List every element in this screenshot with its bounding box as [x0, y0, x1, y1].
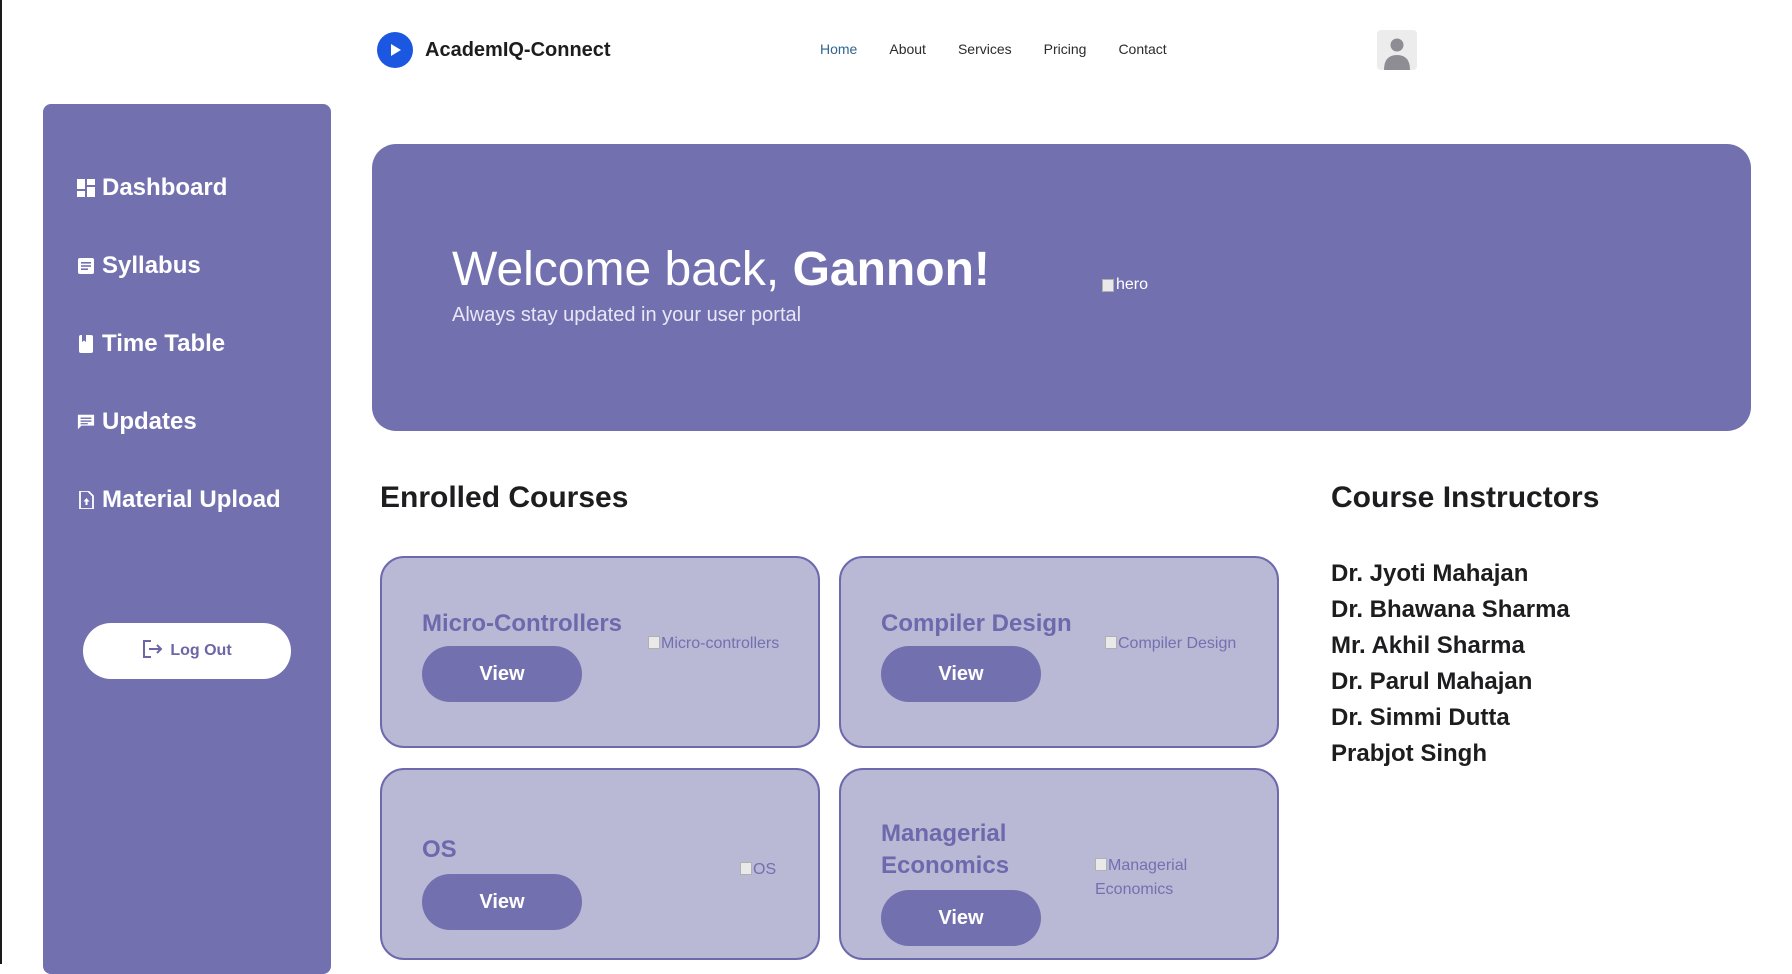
- course-title: Managerial Economics: [881, 820, 1010, 879]
- course-image-alt: Managerial Economics: [1095, 857, 1188, 898]
- welcome-hero: Welcome back, Gannon! Always stay update…: [372, 144, 1751, 431]
- course-image: Micro-controllers: [648, 632, 779, 656]
- course-card: Compiler Design View Compiler Design: [839, 556, 1279, 748]
- brand[interactable]: AcademIQ-Connect: [377, 32, 611, 68]
- course-instructors-title: Course Instructors: [1331, 481, 1600, 514]
- view-course-button[interactable]: View: [881, 646, 1041, 702]
- nav-link-services[interactable]: Services: [958, 41, 1012, 57]
- instructor-name: Prabjot Singh: [1331, 740, 1487, 767]
- sidebar-item-label: Material Upload: [102, 486, 281, 513]
- view-course-button[interactable]: View: [881, 890, 1041, 946]
- course-title: Compiler Design: [881, 610, 1072, 637]
- broken-image-icon: [740, 862, 752, 875]
- sidebar-item-dashboard[interactable]: Dashboard: [77, 174, 227, 202]
- user-avatar[interactable]: [1377, 30, 1417, 70]
- nav-link-home[interactable]: Home: [820, 41, 857, 57]
- instructor-name: Dr. Simmi Dutta: [1331, 704, 1510, 731]
- course-card: Micro-Controllers View Micro-controllers: [380, 556, 820, 748]
- nav-link-about[interactable]: About: [889, 41, 926, 57]
- course-title: Micro-Controllers: [422, 610, 623, 637]
- play-circle-icon: [377, 32, 413, 68]
- logout-label: Log Out: [170, 642, 232, 659]
- user-icon: [1384, 38, 1410, 70]
- document-icon: [77, 257, 95, 275]
- instructor-list: Dr. Jyoti Mahajan Dr. Bhawana Sharma Mr.…: [1331, 556, 1570, 772]
- enrolled-courses-title: Enrolled Courses: [380, 481, 629, 514]
- broken-image-icon: [648, 636, 660, 649]
- hero-title: Welcome back, Gannon!: [452, 242, 990, 297]
- sidebar: Dashboard Syllabus Time Table Updates Ma…: [43, 104, 331, 974]
- file-upload-icon: [77, 491, 95, 509]
- hero-greeting: Welcome back,: [452, 243, 793, 296]
- sidebar-item-label: Syllabus: [102, 252, 201, 279]
- book-icon: [77, 335, 95, 353]
- course-image: OS: [740, 858, 776, 882]
- course-card: Managerial Economics View Managerial Eco…: [839, 768, 1279, 960]
- top-nav: Home About Services Pricing Contact: [820, 41, 1167, 57]
- window-edge: [0, 0, 2, 964]
- broken-image-icon: [1105, 636, 1117, 649]
- sidebar-item-material-upload[interactable]: Material Upload: [77, 486, 281, 514]
- course-image-alt: OS: [753, 861, 777, 878]
- nav-link-contact[interactable]: Contact: [1118, 41, 1166, 57]
- logout-button[interactable]: Log Out: [83, 623, 291, 679]
- course-image-alt: Compiler Design: [1118, 635, 1237, 652]
- hero-image-alt: hero: [1116, 276, 1149, 293]
- hero-subtitle: Always stay updated in your user portal: [452, 304, 802, 326]
- hero-username: Gannon!: [792, 243, 990, 296]
- instructor-name: Mr. Akhil Sharma: [1331, 632, 1525, 659]
- chat-icon: [77, 413, 95, 431]
- hero-image: hero: [1102, 276, 1148, 294]
- dashboard-icon: [77, 179, 95, 197]
- logout-icon: [142, 639, 164, 664]
- broken-image-icon: [1095, 858, 1107, 871]
- instructor-name: Dr. Parul Mahajan: [1331, 668, 1533, 695]
- sidebar-item-label: Updates: [102, 408, 197, 435]
- course-card: OS View OS: [380, 768, 820, 960]
- instructor-name: Dr. Jyoti Mahajan: [1331, 560, 1529, 587]
- course-image: Managerial Economics: [1095, 854, 1205, 902]
- sidebar-item-updates[interactable]: Updates: [77, 408, 197, 436]
- brand-name: AcademIQ-Connect: [425, 38, 611, 61]
- sidebar-item-time-table[interactable]: Time Table: [77, 330, 225, 358]
- course-image: Compiler Design: [1105, 632, 1236, 656]
- course-title: OS: [422, 836, 457, 863]
- view-course-button[interactable]: View: [422, 646, 582, 702]
- instructor-name: Dr. Bhawana Sharma: [1331, 596, 1570, 623]
- nav-link-pricing[interactable]: Pricing: [1044, 41, 1087, 57]
- sidebar-item-label: Time Table: [102, 330, 226, 357]
- broken-image-icon: [1102, 278, 1114, 292]
- sidebar-item-label: Dashboard: [102, 174, 228, 201]
- view-course-button[interactable]: View: [422, 874, 582, 930]
- course-image-alt: Micro-controllers: [661, 635, 780, 652]
- sidebar-item-syllabus[interactable]: Syllabus: [77, 252, 201, 280]
